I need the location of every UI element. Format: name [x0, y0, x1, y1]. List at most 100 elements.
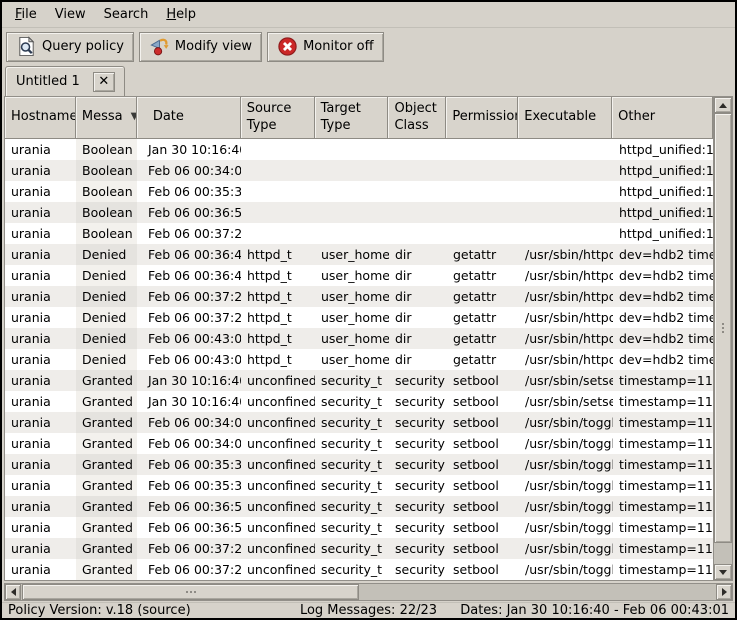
cell-source_type: unconfined_ [241, 391, 315, 412]
cell-hostname: urania [5, 244, 76, 265]
cell-permission [447, 160, 519, 181]
cell-target_type [315, 202, 389, 223]
cell-executable: /usr/sbin/toggle [519, 454, 613, 475]
horizontal-scrollbar[interactable] [4, 583, 733, 601]
cell-executable: /usr/sbin/toggle [519, 475, 613, 496]
cell-executable [519, 223, 613, 244]
table-row[interactable]: uraniaGrantedFeb 06 00:36:56unconfined_s… [5, 517, 713, 538]
table-row[interactable]: uraniaBooleanFeb 06 00:36:56httpd_unifie… [5, 202, 713, 223]
table-row[interactable]: uraniaGrantedFeb 06 00:34:01unconfined_s… [5, 433, 713, 454]
scroll-down-button[interactable] [714, 564, 732, 580]
table-row[interactable]: uraniaGrantedFeb 06 00:37:25unconfined_s… [5, 538, 713, 559]
cell-source_type [241, 202, 315, 223]
table-row[interactable]: uraniaGrantedFeb 06 00:35:35unconfined_s… [5, 454, 713, 475]
table-row[interactable]: uraniaGrantedJan 30 10:16:40unconfined_s… [5, 391, 713, 412]
cell-date: Feb 06 00:34:01 [137, 160, 241, 181]
cell-permission: setbool [447, 538, 519, 559]
cell-message: Granted [76, 433, 137, 454]
cell-executable: /usr/sbin/httpd [519, 265, 613, 286]
cell-hostname: urania [5, 349, 76, 370]
table-row[interactable]: uraniaDeniedFeb 06 00:43:01httpd_tuser_h… [5, 328, 713, 349]
table-row[interactable]: uraniaBooleanFeb 06 00:34:01httpd_unifie… [5, 160, 713, 181]
cell-target_type: security_t [315, 496, 389, 517]
table-row[interactable]: uraniaGrantedFeb 06 00:34:01unconfined_s… [5, 412, 713, 433]
table-row[interactable]: uraniaGrantedFeb 06 00:36:56unconfined_s… [5, 496, 713, 517]
menu-search[interactable]: Search [95, 4, 158, 25]
cell-object_class: security [389, 433, 447, 454]
cell-date: Feb 06 00:36:56 [137, 496, 241, 517]
tab-untitled-1[interactable]: Untitled 1 ✕ [5, 66, 125, 96]
column-header-object_class[interactable]: Object Class [388, 97, 446, 139]
scroll-right-button[interactable] [716, 584, 732, 600]
cell-message: Granted [76, 370, 137, 391]
menu-view[interactable]: View [46, 4, 95, 25]
table-row[interactable]: uraniaBooleanJan 30 10:16:40httpd_unifie… [5, 139, 713, 160]
cell-hostname: urania [5, 370, 76, 391]
table-row[interactable]: uraniaGrantedJan 30 10:16:40unconfined_s… [5, 370, 713, 391]
cell-source_type: httpd_t [241, 286, 315, 307]
cell-permission [447, 202, 519, 223]
table-row[interactable]: uraniaDeniedFeb 06 00:36:44httpd_tuser_h… [5, 244, 713, 265]
table-row[interactable]: uraniaGrantedFeb 06 00:37:25unconfined_s… [5, 559, 713, 580]
cell-other: httpd_unified:1, h [613, 223, 713, 244]
scroll-left-button[interactable] [5, 584, 21, 600]
cell-hostname: urania [5, 286, 76, 307]
cell-target_type: security_t [315, 370, 389, 391]
cell-executable: /usr/sbin/toggle [519, 559, 613, 580]
cell-executable: /usr/sbin/httpd [519, 286, 613, 307]
table-row[interactable]: uraniaDeniedFeb 06 00:36:44httpd_tuser_h… [5, 265, 713, 286]
menu-file[interactable]: File [6, 4, 46, 25]
column-header-date[interactable]: Date [137, 97, 241, 139]
table-row[interactable]: uraniaBooleanFeb 06 00:35:35httpd_unifie… [5, 181, 713, 202]
modify-view-button[interactable]: Modify view [139, 32, 262, 62]
table-row[interactable]: uraniaDeniedFeb 06 00:37:27httpd_tuser_h… [5, 286, 713, 307]
query-policy-button[interactable]: Query policy [6, 32, 134, 62]
table-row[interactable]: uraniaGrantedFeb 06 00:35:35unconfined_s… [5, 475, 713, 496]
tab-close-button[interactable]: ✕ [93, 72, 115, 92]
cell-hostname: urania [5, 223, 76, 244]
column-header-other[interactable]: Other [612, 97, 713, 139]
cell-permission: getattr [447, 286, 519, 307]
cell-date: Feb 06 00:34:01 [137, 433, 241, 454]
cell-object_class [389, 139, 447, 160]
cell-hostname: urania [5, 139, 76, 160]
vertical-scroll-track[interactable] [714, 113, 732, 564]
cell-target_type: security_t [315, 538, 389, 559]
cell-other: httpd_unified:1, h [613, 202, 713, 223]
cell-object_class: security [389, 391, 447, 412]
monitor-off-button[interactable]: Monitor off [267, 32, 383, 62]
cell-executable: /usr/sbin/toggle [519, 538, 613, 559]
cell-object_class: security [389, 496, 447, 517]
vertical-scrollbar[interactable] [713, 97, 732, 580]
cell-hostname: urania [5, 517, 76, 538]
table-row[interactable]: uraniaDeniedFeb 06 00:43:01httpd_tuser_h… [5, 349, 713, 370]
cell-date: Jan 30 10:16:40 [137, 391, 241, 412]
scroll-up-button[interactable] [714, 97, 732, 113]
column-header-executable[interactable]: Executable [518, 97, 612, 139]
cell-date: Feb 06 00:35:35 [137, 475, 241, 496]
column-header-label: Messa [82, 109, 123, 125]
column-header-target_type[interactable]: Target Type [315, 97, 389, 139]
cell-other: dev=hdb2 timesta [613, 244, 713, 265]
vertical-scroll-thumb[interactable] [714, 113, 732, 543]
column-header-message[interactable]: Messa▼ [76, 97, 137, 139]
horizontal-scroll-thumb[interactable] [22, 584, 359, 600]
cell-source_type: unconfined_ [241, 412, 315, 433]
horizontal-scroll-track[interactable] [21, 584, 716, 600]
cell-message: Granted [76, 391, 137, 412]
column-header-hostname[interactable]: Hostname [5, 97, 76, 139]
cell-date: Feb 06 00:43:01 [137, 328, 241, 349]
table-row[interactable]: uraniaBooleanFeb 06 00:37:25httpd_unifie… [5, 223, 713, 244]
cell-executable: /usr/sbin/setseb [519, 391, 613, 412]
cell-object_class [389, 181, 447, 202]
menu-help[interactable]: Help [157, 4, 205, 25]
cell-date: Feb 06 00:37:27 [137, 286, 241, 307]
column-header-source_type[interactable]: Source Type [241, 97, 315, 139]
status-bar: Policy Version: v.18 (source) Log Messag… [2, 602, 735, 618]
cell-permission: getattr [447, 349, 519, 370]
column-header-permission[interactable]: Permission [446, 97, 518, 139]
column-header-label: Permission [452, 109, 518, 125]
table-row[interactable]: uraniaDeniedFeb 06 00:37:27httpd_tuser_h… [5, 307, 713, 328]
cell-message: Boolean [76, 202, 137, 223]
cell-executable [519, 202, 613, 223]
